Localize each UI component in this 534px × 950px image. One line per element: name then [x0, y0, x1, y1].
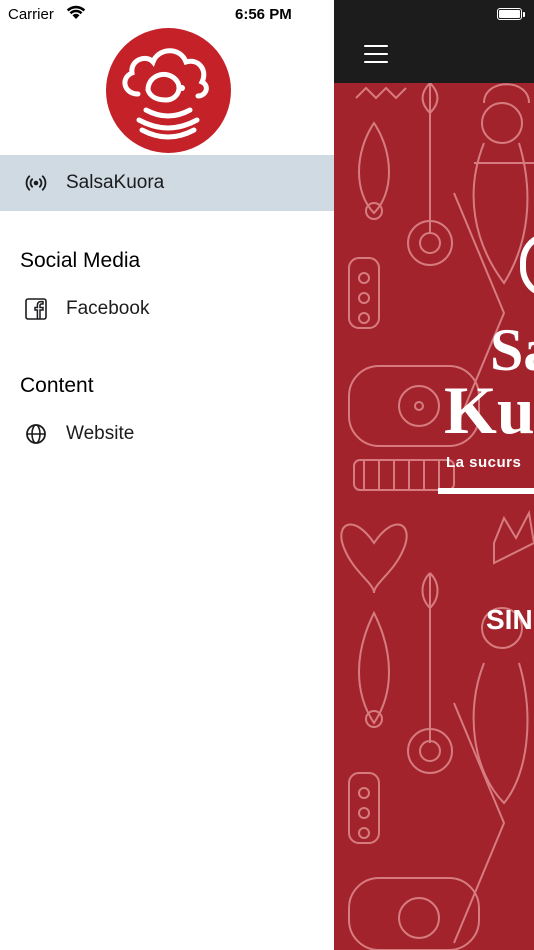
battery-tip: [523, 12, 525, 17]
drawer-item-label: SalsaKuora: [66, 172, 165, 193]
banner-underline: [438, 488, 534, 494]
main-content: Sa Ku La sucurs SIN: [334, 0, 534, 950]
clock: 6:56 PM: [235, 6, 292, 23]
radio-broadcast-icon: [24, 171, 48, 195]
drawer-item-website[interactable]: Website: [0, 406, 334, 462]
carrier-label: Carrier: [8, 6, 54, 23]
decorative-pattern: [340, 83, 534, 950]
banner-tagline: La sucurs: [446, 454, 522, 471]
banner-brand-line2: Ku: [444, 372, 534, 448]
globe-icon: [24, 422, 48, 446]
banner-partial-text: SIN: [486, 604, 533, 635]
app-logo: [106, 28, 231, 153]
section-title-social-media: Social Media: [20, 249, 141, 272]
drawer-item-label: Website: [66, 423, 135, 444]
drawer-item-salsakuora[interactable]: SalsaKuora: [0, 155, 334, 211]
wifi-icon: [66, 5, 86, 19]
battery-icon: [497, 8, 522, 20]
side-drawer: SalsaKuora Social Media Facebook Content…: [0, 0, 334, 950]
status-bar: Carrier 6:56 PM: [0, 0, 534, 28]
section-title-content: Content: [20, 374, 94, 397]
banner-brand-line1: Sa: [490, 317, 534, 383]
drawer-item-label: Facebook: [66, 298, 150, 319]
cloud-radio-logo: [122, 48, 209, 140]
drawer-item-facebook[interactable]: Facebook: [0, 281, 334, 337]
hamburger-menu-icon[interactable]: [364, 45, 388, 63]
facebook-icon: [24, 297, 48, 321]
